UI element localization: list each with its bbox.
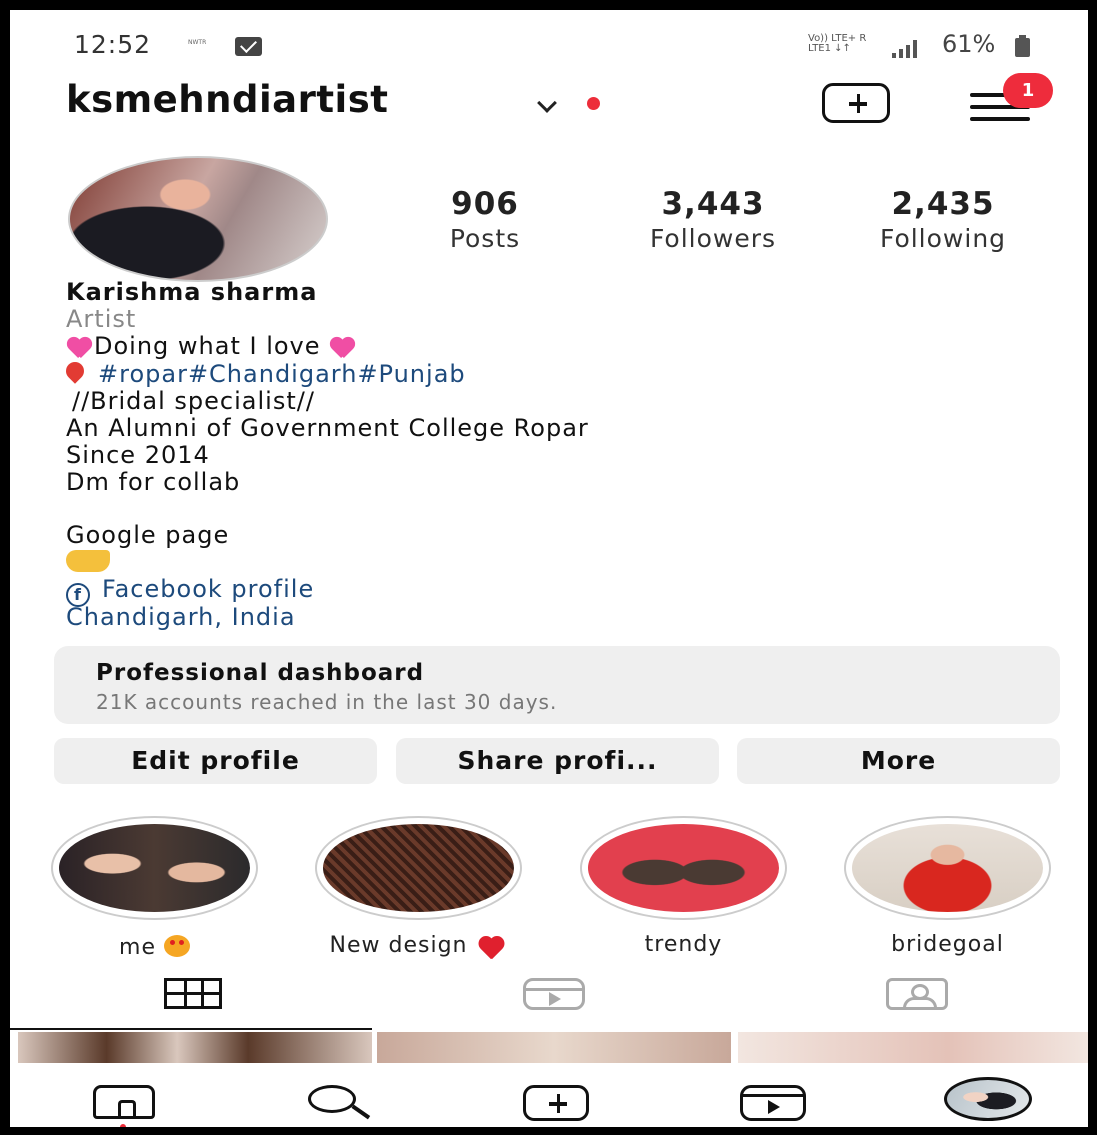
highlight-cover [51, 816, 258, 920]
bio-line: //Bridal specialist// [72, 387, 315, 415]
dashboard-title: Professional dashboard [96, 660, 425, 686]
edit-profile-button[interactable]: Edit profile [54, 738, 377, 784]
hashtag-links[interactable]: #ropar#Chandigarh#Punjab [98, 360, 466, 388]
message-notification-icon [235, 37, 262, 56]
status-time: 12:52 [74, 30, 152, 59]
heart-eyes-emoji-icon [163, 935, 190, 957]
category-label: Artist [66, 305, 137, 333]
bio-line: Dm for collab [66, 468, 241, 496]
battery-icon [1015, 35, 1030, 57]
notification-badge: 1 [1003, 73, 1053, 108]
reels-icon [523, 978, 585, 1010]
professional-dashboard[interactable]: Professional dashboard 21K accounts reac… [54, 646, 1060, 724]
highlight-label: trendy [644, 932, 723, 957]
location-pin-icon [62, 358, 88, 384]
post-thumbnail[interactable] [18, 1032, 372, 1064]
chevron-down-icon[interactable] [537, 93, 557, 113]
facebook-link-label: Facebook profile [102, 575, 315, 603]
facebook-link[interactable]: f Facebook profile [66, 575, 315, 607]
pink-hearts-icon [66, 336, 94, 356]
post-thumbnail[interactable] [377, 1032, 731, 1064]
highlight-bridegoal[interactable]: bridegoal [844, 816, 1051, 957]
bio-hashtags: #ropar#Chandigarh#Punjab [62, 358, 466, 388]
tab-grid[interactable] [164, 978, 222, 1009]
signal-icon [890, 40, 920, 58]
highlight-label: me [119, 935, 156, 960]
highlight-cover [580, 816, 787, 920]
post-thumbnail[interactable] [738, 1032, 1088, 1064]
battery-level: 61% [942, 30, 996, 58]
search-icon[interactable] [308, 1085, 356, 1113]
following-count: 2,435 [891, 186, 995, 222]
profile-nav-avatar[interactable] [944, 1077, 1032, 1121]
grid-icon [164, 978, 222, 1009]
followers-stat[interactable]: 3,443 Followers [618, 186, 808, 253]
posts-count: 906 [451, 186, 519, 222]
tab-tagged[interactable] [886, 978, 948, 1010]
home-notification-dot [120, 1124, 126, 1127]
bio-line: Since 2014 [66, 441, 210, 469]
highlight-cover [315, 816, 522, 920]
tab-reels[interactable] [523, 978, 585, 1010]
followers-label: Followers [649, 224, 777, 253]
red-heart-icon [477, 935, 507, 955]
bottom-nav [10, 1063, 1088, 1127]
share-profile-button[interactable]: Share profi... [396, 738, 719, 784]
app-screen: 12:52 NWTR Vo)) LTE+ R LTE1 ↓↑ 61% ksmeh… [10, 10, 1088, 1127]
highlight-label: New design [329, 933, 468, 958]
carrier-badge: NWTR [188, 39, 207, 46]
following-stat[interactable]: 2,435 Following [848, 186, 1038, 253]
highlight-cover [844, 816, 1051, 920]
more-button[interactable]: More [737, 738, 1060, 784]
tagged-icon [886, 978, 948, 1010]
bio-line: Doing what I love [66, 332, 357, 360]
following-label: Following [879, 224, 1007, 253]
display-name: Karishma sharma [66, 278, 318, 306]
highlight-trendy[interactable]: trendy [580, 816, 787, 957]
username[interactable]: ksmehndiartist [66, 78, 388, 121]
bio-line: An Alumni of Government College Ropar [66, 414, 589, 442]
home-icon[interactable] [93, 1085, 155, 1119]
pointing-down-icon [66, 550, 110, 578]
notification-dot [587, 97, 600, 110]
add-post-icon[interactable] [523, 1085, 589, 1121]
dashboard-subtitle: 21K accounts reached in the last 30 days… [96, 690, 558, 714]
bio-line: Google page [66, 521, 230, 549]
posts-label: Posts [449, 224, 521, 253]
highlight-label: bridegoal [891, 932, 1004, 957]
create-button[interactable] [822, 83, 890, 123]
highlight-me[interactable]: me [51, 816, 258, 960]
followers-count: 3,443 [661, 186, 765, 222]
status-bar: 12:52 NWTR Vo)) LTE+ R LTE1 ↓↑ 61% [10, 10, 1088, 72]
profile-avatar[interactable] [68, 156, 328, 282]
reels-nav-icon[interactable] [740, 1085, 806, 1121]
highlight-new-design[interactable]: New design [315, 816, 522, 958]
posts-stat[interactable]: 906 Posts [420, 186, 550, 253]
network-indicator: Vo)) LTE+ R LTE1 ↓↑ [808, 33, 867, 54]
pink-hearts-icon [329, 336, 357, 356]
location-link[interactable]: Chandigarh, India [66, 603, 296, 631]
bio-text: Doing what I love [94, 332, 321, 360]
active-tab-indicator [10, 1028, 372, 1030]
